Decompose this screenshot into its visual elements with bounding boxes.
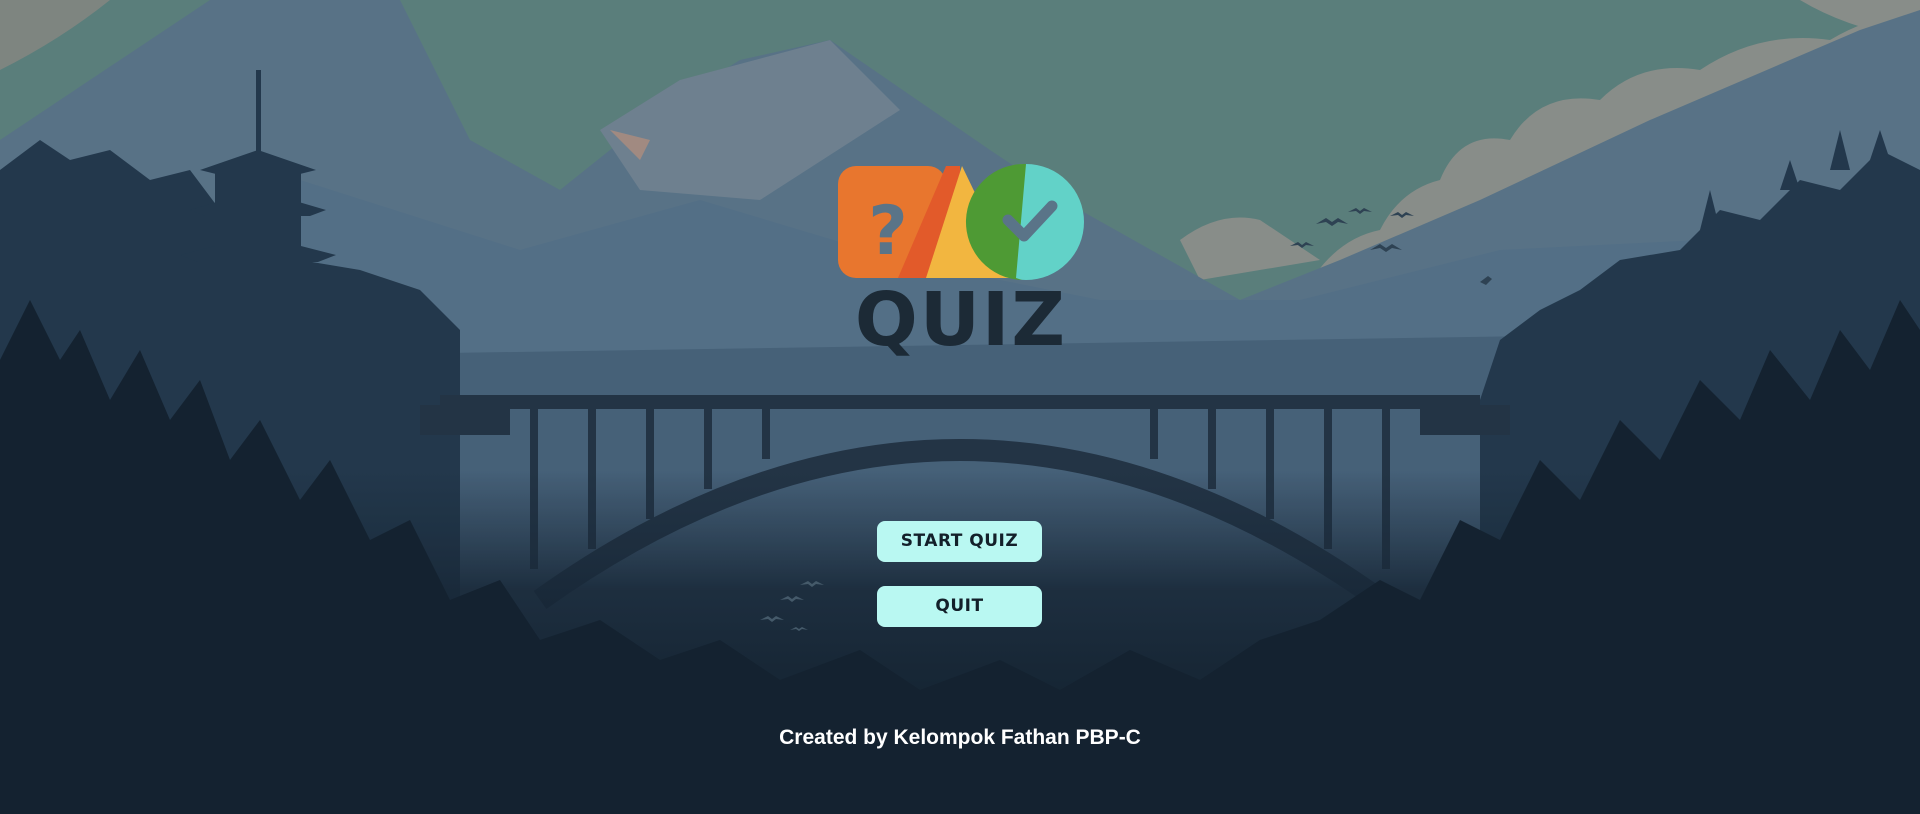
question-icon: ? <box>868 192 907 271</box>
quit-button[interactable]: QUIT <box>877 586 1042 627</box>
logo-wordmark: QUIZ <box>854 277 1068 363</box>
credit-text: Created by Kelompok Fathan PBP-C <box>779 726 1141 749</box>
quiz-logo: ? QUIZ <box>836 162 1086 372</box>
main-menu-screen: ? QUIZ START QUIZ QUIT Created by Kelomp… <box>0 0 1920 814</box>
logo-graphic: ? <box>838 163 1084 280</box>
start-quiz-button[interactable]: START QUIZ <box>877 521 1042 562</box>
landscape-background <box>0 0 1920 814</box>
